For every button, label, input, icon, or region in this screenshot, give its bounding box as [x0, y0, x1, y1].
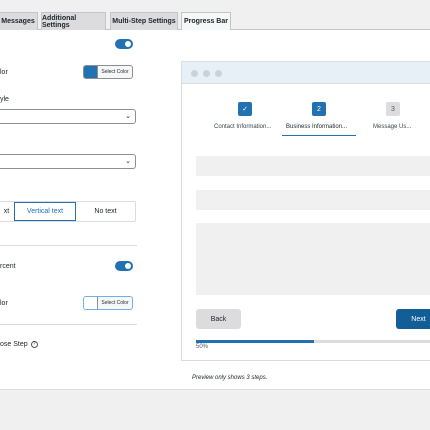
divider: [0, 245, 137, 246]
form-preview: ✓ 2 3 Contact Information... Business In…: [181, 61, 430, 361]
help-icon[interactable]: ?: [30, 341, 38, 348]
color2-label: lor: [0, 300, 8, 307]
step-2-label: Business Information...: [286, 124, 348, 130]
tab-multi-step-settings[interactable]: Multi-Step Settings: [110, 12, 178, 30]
tab-additional-settings[interactable]: Additional Settings: [41, 12, 106, 30]
segment-option-vertical-text[interactable]: Vertical text: [14, 202, 76, 221]
back-button[interactable]: Back: [196, 309, 241, 329]
window-dot-icon: [203, 70, 210, 77]
style-label: yle: [0, 96, 9, 103]
color-label: lor: [0, 69, 8, 76]
chevron-down-icon: ⌄: [125, 113, 131, 120]
step-1-number: ✓: [238, 102, 252, 116]
step-2-number: 2: [312, 102, 326, 116]
tab-progress-bar[interactable]: Progress Bar: [181, 12, 231, 31]
text-position-segment: xt Vertical text No text: [0, 201, 136, 222]
segment-option-no-text[interactable]: No text: [76, 202, 135, 221]
preview-window-bar: [182, 62, 430, 84]
step-3-label: Message Us...: [373, 124, 412, 130]
progress-track: [196, 340, 430, 343]
select-color-button-2[interactable]: Select Color: [98, 297, 132, 309]
preview-note: Preview only shows 3 steps.: [192, 375, 268, 381]
color-swatch-2: [84, 297, 98, 309]
style-select[interactable]: ⌄: [0, 109, 136, 124]
tab-bar: Messages Additional Settings Multi-Step …: [0, 0, 430, 31]
form-field: [196, 190, 430, 210]
window-dot-icon: [191, 70, 198, 77]
step-3-number: 3: [386, 102, 400, 116]
progress-percent-text: 50%: [196, 344, 209, 350]
close-step-label: ose Step: [0, 341, 28, 348]
select-color-button[interactable]: Select Color: [98, 66, 132, 78]
color-swatch: [84, 66, 98, 78]
progress-bar-toggle[interactable]: [115, 39, 133, 49]
percent-label: rcent: [0, 263, 16, 270]
next-button[interactable]: Next: [396, 309, 430, 329]
color-picker[interactable]: Select Color: [83, 65, 133, 79]
step-1-label: Contact Information...: [214, 124, 272, 130]
segment-option-text[interactable]: xt: [0, 202, 14, 221]
tab-messages[interactable]: Messages: [0, 12, 38, 30]
color-picker-2[interactable]: Select Color: [83, 296, 133, 310]
close-step-row: ose Step ?: [0, 341, 38, 348]
chevron-down-icon: ⌄: [125, 158, 131, 165]
progress-fill: [196, 340, 314, 343]
current-step-underline: [282, 135, 356, 136]
percent-toggle[interactable]: [115, 261, 133, 271]
form-textarea: [196, 223, 430, 295]
position-select[interactable]: ⌄: [0, 154, 136, 169]
window-dot-icon: [215, 70, 222, 77]
divider: [0, 324, 137, 325]
form-field: [196, 156, 430, 176]
